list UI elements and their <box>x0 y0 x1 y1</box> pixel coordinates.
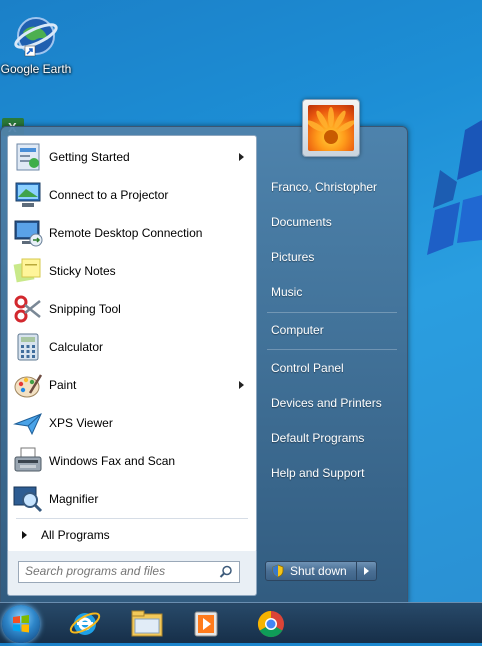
chrome-icon <box>257 610 284 638</box>
start-button[interactable] <box>2 605 40 643</box>
taskbar-chrome[interactable] <box>244 605 298 641</box>
program-label: Connect to a Projector <box>49 188 169 202</box>
paper-plane-icon <box>12 407 44 439</box>
submenu-arrow-icon <box>239 153 244 161</box>
desktop-icon-label: Google Earth <box>0 62 72 76</box>
programs-pane: Getting Started Connect to a Projector R… <box>7 135 257 553</box>
program-snipping-tool[interactable]: Snipping Tool <box>8 290 256 328</box>
program-remote-desktop[interactable]: Remote Desktop Connection <box>8 214 256 252</box>
windows-logo-wallpaper <box>405 110 482 280</box>
right-item-label: Music <box>271 285 303 299</box>
program-calculator[interactable]: Calculator <box>8 328 256 366</box>
magnifier-icon <box>12 483 44 515</box>
all-programs-button[interactable]: All Programs <box>8 522 256 548</box>
taskbar-media-player[interactable] <box>180 605 234 641</box>
chevron-right-icon <box>364 567 369 575</box>
all-programs-arrow-icon <box>22 531 27 539</box>
taskbar-internet-explorer[interactable] <box>58 605 112 641</box>
program-getting-started[interactable]: Getting Started <box>8 138 256 176</box>
right-item-label: Help and Support <box>271 466 365 480</box>
right-item-label: Control Panel <box>271 361 344 375</box>
user-folder-link[interactable]: Franco, Christopher <box>263 172 401 202</box>
program-connect-projector[interactable]: Connect to a Projector <box>8 176 256 214</box>
program-label: Sticky Notes <box>49 264 116 278</box>
shutdown-options-button[interactable] <box>357 561 377 581</box>
internet-explorer-icon <box>69 612 101 635</box>
program-label: XPS Viewer <box>49 416 113 430</box>
all-programs-label: All Programs <box>41 528 110 542</box>
program-fax-scan[interactable]: Windows Fax and Scan <box>8 442 256 480</box>
submenu-arrow-icon <box>239 381 244 389</box>
search-icon[interactable] <box>219 565 233 579</box>
program-label: Windows Fax and Scan <box>49 454 176 468</box>
remote-desktop-icon <box>12 217 44 249</box>
pictures-link[interactable]: Pictures <box>263 242 401 272</box>
program-label: Remote Desktop Connection <box>49 226 203 240</box>
search-input[interactable] <box>19 562 215 580</box>
google-earth-icon <box>13 14 59 60</box>
desktop-icon-google-earth[interactable]: Google Earth <box>0 14 72 76</box>
computer-link[interactable]: Computer <box>263 315 401 345</box>
program-sticky-notes[interactable]: Sticky Notes <box>8 252 256 290</box>
music-link[interactable]: Music <box>263 277 401 307</box>
right-item-label: Default Programs <box>271 431 365 445</box>
shutdown-label: Shut down <box>290 564 347 578</box>
program-label: Paint <box>49 378 77 392</box>
right-item-label: Computer <box>271 323 324 337</box>
right-item-label: Pictures <box>271 250 315 264</box>
shield-icon <box>272 564 284 578</box>
program-paint[interactable]: Paint <box>8 366 256 404</box>
media-player-icon <box>194 611 218 637</box>
control-panel-link[interactable]: Control Panel <box>263 353 401 383</box>
palette-icon <box>12 369 44 401</box>
program-label: Snipping Tool <box>49 302 121 316</box>
right-separator <box>267 312 397 313</box>
flower-picture <box>308 105 354 151</box>
search-area <box>7 551 257 596</box>
right-item-label: Franco, Christopher <box>271 180 378 194</box>
user-account-picture[interactable] <box>302 99 360 157</box>
documents-link[interactable]: Documents <box>263 207 401 237</box>
help-support-link[interactable]: Help and Support <box>263 458 401 488</box>
program-label: Calculator <box>49 340 104 354</box>
devices-printers-link[interactable]: Devices and Printers <box>263 388 401 418</box>
taskbar-file-explorer[interactable] <box>120 605 174 641</box>
sticky-notes-icon <box>12 255 44 287</box>
calculator-icon <box>12 331 44 363</box>
default-programs-link[interactable]: Default Programs <box>263 423 401 453</box>
shutdown-group: Shut down <box>265 561 377 581</box>
start-menu: Getting Started Connect to a Projector R… <box>0 126 408 604</box>
right-separator <box>267 349 397 350</box>
file-explorer-icon <box>131 610 163 637</box>
program-magnifier[interactable]: Magnifier <box>8 480 256 518</box>
projector-icon <box>12 179 44 211</box>
right-item-label: Devices and Printers <box>271 396 382 410</box>
right-item-label: Documents <box>271 215 332 229</box>
shutdown-button[interactable]: Shut down <box>265 561 357 581</box>
getting-started-icon <box>12 141 44 173</box>
programs-separator <box>16 518 248 519</box>
program-label: Magnifier <box>49 492 99 506</box>
program-label: Getting Started <box>49 150 130 164</box>
program-xps-viewer[interactable]: XPS Viewer <box>8 404 256 442</box>
fax-icon <box>12 445 44 477</box>
taskbar <box>0 602 482 643</box>
search-box <box>18 561 240 583</box>
scissors-icon <box>12 293 44 325</box>
